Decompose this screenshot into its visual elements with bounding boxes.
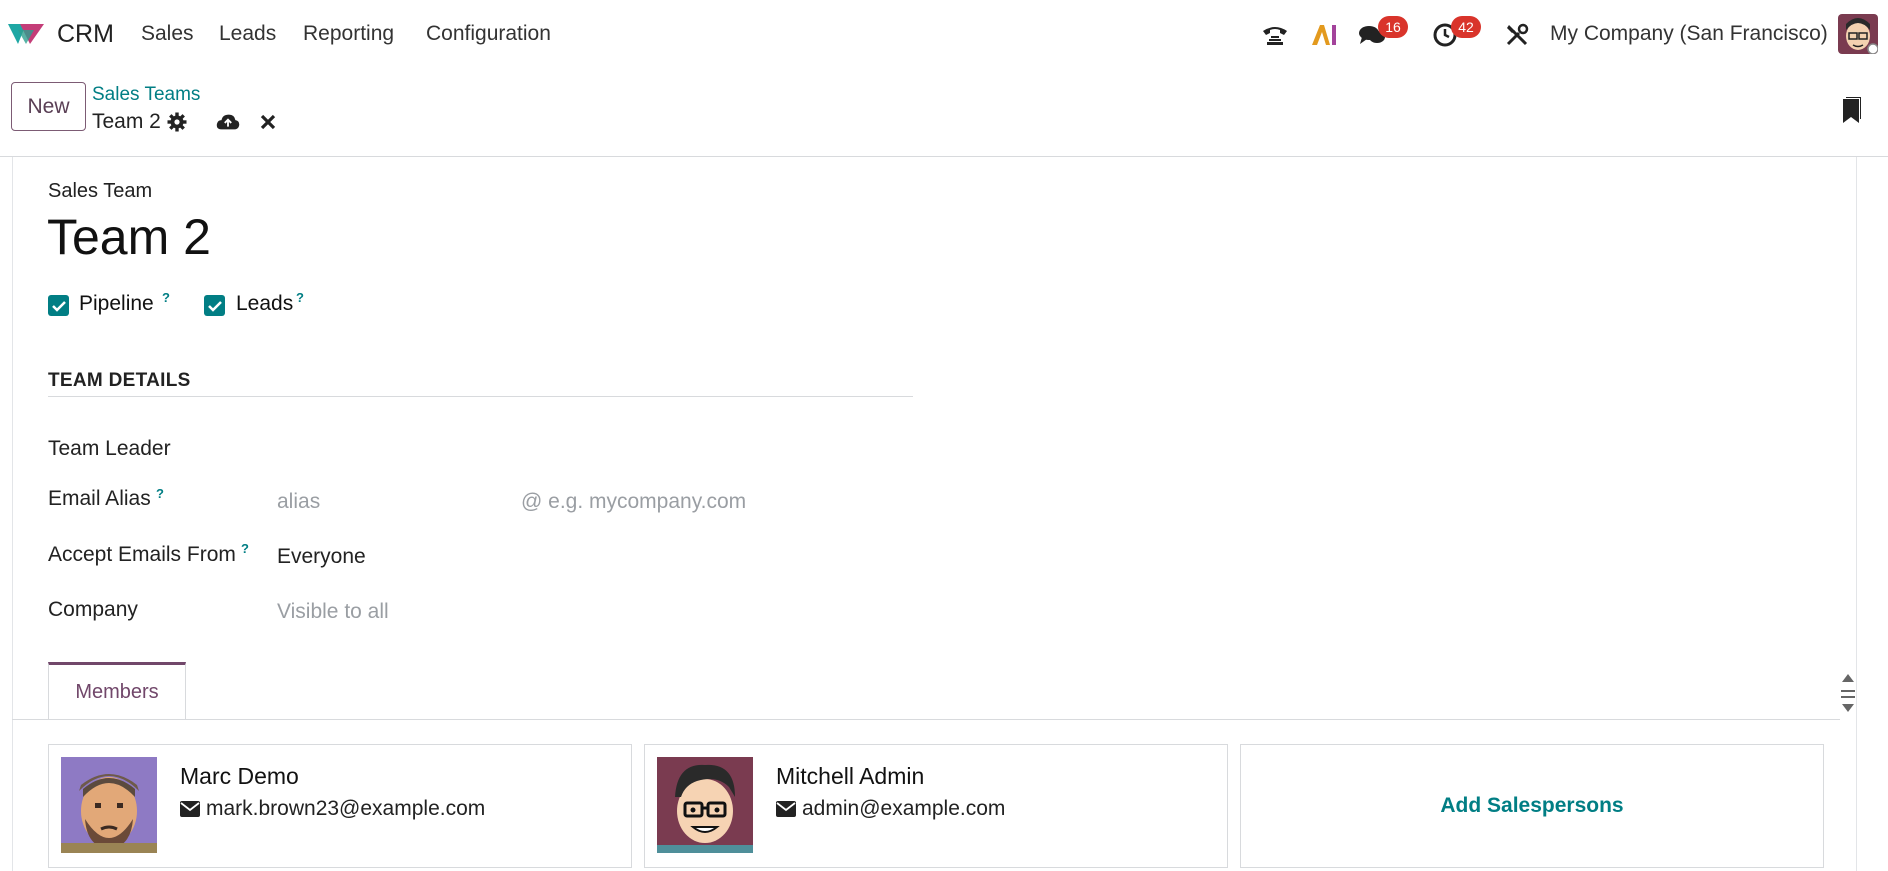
member-name: Mitchell Admin <box>776 763 925 789</box>
company-input[interactable]: Visible to all <box>277 600 389 624</box>
email-alias-help-icon[interactable]: ? <box>156 486 164 501</box>
phone-icon[interactable] <box>1260 20 1290 50</box>
menu-configuration[interactable]: Configuration <box>426 22 551 46</box>
member-name: Marc Demo <box>180 763 299 789</box>
team-leader-label: Team Leader <box>48 437 171 460</box>
tab-members[interactable]: Members <box>48 662 186 720</box>
menu-reporting[interactable]: Reporting <box>303 22 394 46</box>
email-alias-input[interactable]: alias <box>277 490 320 514</box>
top-navbar: CRM Sales Leads Reporting Configuration … <box>0 0 1888 70</box>
email-domain-input[interactable]: @ e.g. mycompany.com <box>521 490 746 514</box>
member-email: mark.brown23@example.com <box>180 797 485 821</box>
bookmark-icon[interactable] <box>1841 97 1861 125</box>
new-button[interactable]: New <box>11 82 86 131</box>
member-card[interactable]: Mitchell Admin admin@example.com <box>644 744 1228 868</box>
add-salespersons-button[interactable]: Add Salespersons <box>1241 745 1823 867</box>
record-type-label: Sales Team <box>48 180 153 202</box>
section-title: TEAM DETAILS <box>48 370 191 391</box>
avatar <box>61 757 157 853</box>
leads-help-icon[interactable]: ? <box>296 290 304 305</box>
member-email-text: mark.brown23@example.com <box>206 797 486 820</box>
section-divider <box>48 396 913 397</box>
pipeline-label: Pipeline <box>79 292 154 315</box>
leads-label: Leads <box>236 292 294 315</box>
crm-logo-icon[interactable] <box>6 20 46 48</box>
company-label: Company <box>48 598 138 621</box>
breadcrumb-sales-teams[interactable]: Sales Teams <box>92 84 200 106</box>
gear-icon[interactable] <box>165 110 189 134</box>
avatar <box>657 757 753 853</box>
company-switcher[interactable]: My Company (San Francisco) <box>1550 22 1828 46</box>
tab-members-label: Members <box>75 681 159 703</box>
accept-emails-select[interactable]: Everyone <box>277 545 366 569</box>
leads-checkbox[interactable] <box>204 295 225 316</box>
tab-divider <box>12 719 1840 720</box>
envelope-icon <box>180 801 200 817</box>
messages-badge: 16 <box>1378 16 1408 38</box>
ai-icon[interactable] <box>1309 20 1339 50</box>
menu-leads[interactable]: Leads <box>219 22 276 46</box>
envelope-icon <box>776 801 796 817</box>
user-avatar[interactable] <box>1838 14 1878 54</box>
accept-emails-help-icon[interactable]: ? <box>241 541 249 556</box>
tools-icon[interactable] <box>1502 20 1532 50</box>
discard-icon[interactable] <box>256 110 280 134</box>
activities-badge: 42 <box>1451 16 1481 38</box>
member-email-text: admin@example.com <box>802 797 1006 820</box>
scroll-arrows-icon[interactable] <box>1838 668 1858 718</box>
accept-emails-label: Accept Emails From <box>48 543 236 566</box>
member-card[interactable]: Marc Demo mark.brown23@example.com <box>48 744 632 868</box>
breadcrumb-current: Team 2 <box>92 110 161 133</box>
pipeline-checkbox[interactable] <box>48 295 69 316</box>
save-cloud-icon[interactable] <box>216 110 240 134</box>
team-name-field[interactable]: Team 2 <box>47 208 211 266</box>
add-salespersons-card[interactable]: Add Salespersons <box>1240 744 1824 868</box>
menu-sales[interactable]: Sales <box>141 22 194 46</box>
member-email: admin@example.com <box>776 797 1005 821</box>
email-alias-label: Email Alias <box>48 487 151 510</box>
app-name[interactable]: CRM <box>57 20 114 49</box>
pipeline-help-icon[interactable]: ? <box>162 290 170 305</box>
